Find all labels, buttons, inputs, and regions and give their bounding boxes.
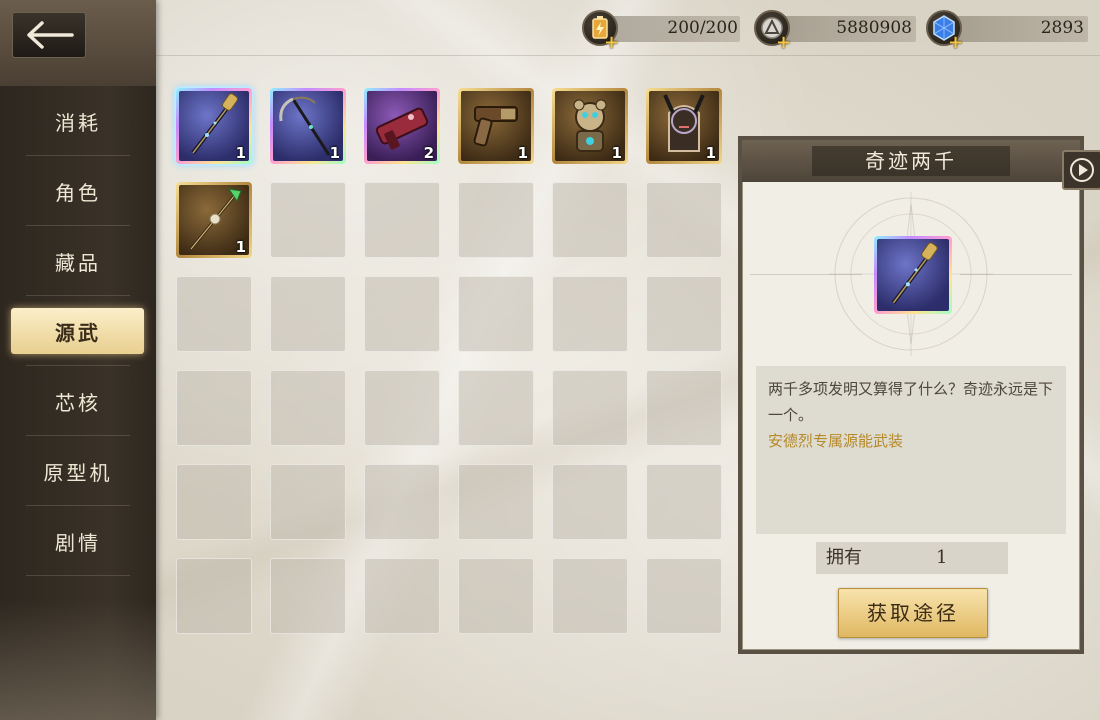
inventory-grid: 1 1 2 1 1 1 1 xyxy=(176,88,722,634)
empty-slot xyxy=(364,276,440,352)
sidebar-item-label: 原型机 xyxy=(43,460,113,485)
currency-coin[interactable]: 5880908 + xyxy=(754,10,916,53)
empty-slot xyxy=(552,558,628,634)
sidebar-item-label: 剧情 xyxy=(55,530,101,555)
empty-slot xyxy=(458,276,534,352)
sidebar-bottom-shade xyxy=(0,600,156,720)
inventory-item[interactable]: 2 xyxy=(364,88,440,164)
empty-slot xyxy=(176,558,252,634)
currency-crystal[interactable]: 2893 + xyxy=(926,10,1088,53)
inventory-item[interactable]: 1 xyxy=(176,88,252,164)
empty-slot xyxy=(270,182,346,258)
empty-slot xyxy=(270,558,346,634)
back-button[interactable] xyxy=(12,12,86,58)
item-count: 1 xyxy=(235,144,246,162)
currency-coin-value: 5880908 xyxy=(836,18,912,38)
item-count: 1 xyxy=(705,144,716,162)
plus-icon: + xyxy=(604,32,620,53)
item-detail-panel: 奇迹两千 两千多项发明又算得了什么？奇迹永远是下一个。 安德烈专属源能武装 拥有… xyxy=(738,136,1084,654)
empty-slot xyxy=(270,370,346,446)
play-button[interactable] xyxy=(1062,150,1100,190)
empty-slot xyxy=(552,182,628,258)
empty-slot xyxy=(364,558,440,634)
empty-slot xyxy=(458,464,534,540)
back-arrow-icon xyxy=(27,21,74,49)
currency-crystal-value: 2893 xyxy=(1040,18,1084,38)
play-icon xyxy=(1070,158,1094,182)
detail-item-icon xyxy=(874,236,952,314)
empty-slot xyxy=(176,370,252,446)
item-count: 1 xyxy=(329,144,340,162)
empty-slot xyxy=(552,370,628,446)
item-count: 1 xyxy=(517,144,528,162)
staff-icon xyxy=(891,242,938,305)
inventory-item[interactable]: 1 xyxy=(458,88,534,164)
obtain-method-button[interactable]: 获取途径 xyxy=(838,588,988,638)
empty-slot xyxy=(646,558,722,634)
inventory-item[interactable]: 1 xyxy=(176,182,252,258)
currency-stamina-value: 200/200 xyxy=(667,18,738,38)
empty-slot xyxy=(646,276,722,352)
sidebar-item-label: 消耗 xyxy=(55,110,101,135)
sidebar-item-3[interactable]: 源武 xyxy=(0,296,156,366)
empty-slot xyxy=(270,276,346,352)
sidebar-item-4[interactable]: 芯核 xyxy=(0,366,156,436)
empty-slot xyxy=(458,558,534,634)
item-count: 1 xyxy=(235,238,246,256)
sidebar: 消耗角色藏品源武芯核原型机剧情 xyxy=(0,0,156,720)
item-subtitle: 安德烈专属源能武装 xyxy=(768,432,904,450)
owned-label: 拥有 xyxy=(826,547,862,568)
empty-slot xyxy=(552,276,628,352)
sidebar-item-label: 角色 xyxy=(55,180,101,205)
empty-slot xyxy=(646,464,722,540)
empty-slot xyxy=(552,464,628,540)
sidebar-nav: 消耗角色藏品源武芯核原型机剧情 xyxy=(0,86,156,576)
currency-bar: 200/200 + 5880908 + 2893 + xyxy=(156,0,1100,58)
owned-count-row: 拥有 1 xyxy=(816,542,1008,574)
empty-slot xyxy=(646,370,722,446)
empty-slot xyxy=(364,182,440,258)
empty-slot xyxy=(364,370,440,446)
detail-header: 奇迹两千 xyxy=(742,140,1080,182)
empty-slot xyxy=(364,464,440,540)
empty-slot xyxy=(458,370,534,446)
sidebar-item-label: 藏品 xyxy=(55,250,101,275)
item-description-box: 两千多项发明又算得了什么？奇迹永远是下一个。 安德烈专属源能武装 xyxy=(756,366,1066,534)
empty-slot xyxy=(646,182,722,258)
sidebar-item-1[interactable]: 角色 xyxy=(0,156,156,226)
sidebar-item-label: 源武 xyxy=(55,320,101,345)
empty-slot xyxy=(176,464,252,540)
detail-art xyxy=(742,182,1080,362)
empty-slot xyxy=(176,276,252,352)
sidebar-item-5[interactable]: 原型机 xyxy=(0,436,156,506)
inventory-item[interactable]: 1 xyxy=(646,88,722,164)
sidebar-item-6[interactable]: 剧情 xyxy=(0,506,156,576)
currency-stamina[interactable]: 200/200 + xyxy=(582,10,742,53)
sidebar-item-0[interactable]: 消耗 xyxy=(0,86,156,156)
item-count: 2 xyxy=(423,144,434,162)
inventory-item[interactable]: 1 xyxy=(270,88,346,164)
sidebar-item-2[interactable]: 藏品 xyxy=(0,226,156,296)
detail-title: 奇迹两千 xyxy=(812,146,1010,176)
sidebar-item-label: 芯核 xyxy=(55,390,101,415)
empty-slot xyxy=(458,182,534,258)
item-count: 1 xyxy=(611,144,622,162)
owned-value: 1 xyxy=(936,547,948,568)
inventory-item[interactable]: 1 xyxy=(552,88,628,164)
empty-slot xyxy=(270,464,346,540)
plus-icon: + xyxy=(948,32,964,53)
item-description: 两千多项发明又算得了什么？奇迹永远是下一个。 xyxy=(768,380,1054,424)
plus-icon: + xyxy=(776,32,792,53)
